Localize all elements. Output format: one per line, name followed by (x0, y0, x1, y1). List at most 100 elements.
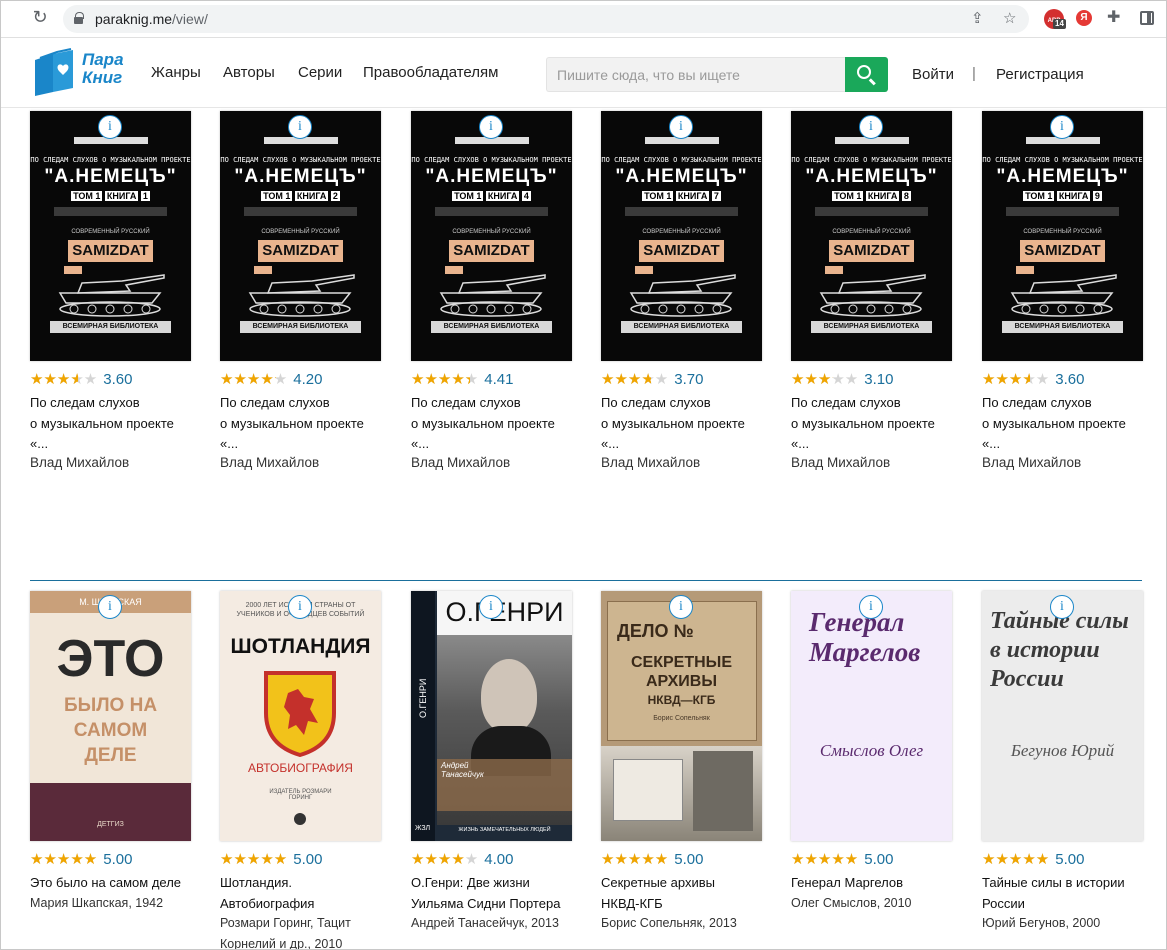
rating-stars: ★★★★★★★★★★ (791, 370, 859, 388)
info-icon[interactable]: i (859, 595, 883, 619)
book-title[interactable]: Тайные силы в истории России (982, 873, 1147, 914)
rating-stars: ★★★★★★★★★★ (982, 370, 1050, 388)
book-title[interactable]: По следам слухов о музыкальном проекте «..… (982, 393, 1147, 455)
rating-stars: ★★★★★★★★★★ (220, 370, 288, 388)
logo-book-icon[interactable] (31, 48, 77, 96)
info-icon[interactable]: i (479, 595, 503, 619)
browser-toolbar: ↻ paraknig.me/view/ ⇪ ☆ ABP14 Я ✚ (1, 1, 1166, 38)
book-title[interactable]: По следам слухов о музыкальном проекте «..… (30, 393, 195, 455)
rating-stars: ★★★★★★★★★★ (30, 370, 98, 388)
rating-score: 3.60 (103, 370, 133, 388)
bookmark-star-icon[interactable]: ☆ (1003, 9, 1016, 27)
book-meta[interactable]: Юрий Бегунов, 2000 (982, 913, 1147, 934)
book-author[interactable]: Влад Михайлов (982, 453, 1081, 473)
share-icon[interactable]: ⇪ (971, 9, 984, 27)
adblock-badge: 14 (1053, 19, 1066, 29)
book-cover[interactable]: Тайные силы в истории России Бегунов Юри… (982, 591, 1143, 841)
info-icon[interactable]: i (1050, 595, 1074, 619)
section-divider (30, 580, 1142, 581)
tank-illustration-icon (819, 274, 926, 317)
rating-score: 4.41 (484, 370, 514, 388)
book-meta[interactable]: Борис Сопельняк, 2013 (601, 913, 766, 934)
book-title[interactable]: Это было на самом деле (30, 873, 195, 894)
book-title[interactable]: Генерал Маргелов (791, 873, 956, 894)
book-cover[interactable]: ДЕЛО № СЕКРЕТНЫЕ АРХИВЫ НКВД—КГБ Борис С… (601, 591, 762, 841)
book-cover[interactable]: ПО СЛЕДАМ СЛУХОВ О МУЗЫКАЛЬНОМ ПРОЕКТЕ "А… (30, 111, 191, 361)
login-link[interactable]: Войти (912, 66, 954, 83)
book-meta[interactable]: Мария Шкапская, 1942 (30, 893, 195, 914)
book-cover[interactable]: ПО СЛЕДАМ СЛУХОВ О МУЗЫКАЛЬНОМ ПРОЕКТЕ "А… (220, 111, 381, 361)
book-author[interactable]: Влад Михайлов (791, 453, 890, 473)
info-icon[interactable]: i (98, 115, 122, 139)
rating-stars: ★★★★★★★★★★ (220, 850, 288, 868)
nav-rightholders[interactable]: Правообладателям (363, 64, 498, 81)
book-meta[interactable]: Андрей Танасейчук, 2013 (411, 913, 576, 934)
book-meta[interactable]: Розмари Горинг, Тацит Корнелий и др., 201… (220, 913, 385, 949)
rating: ★★★★★★★★★★ 3.10 (791, 370, 893, 390)
book-title[interactable]: По следам слухов о музыкальном проекте «..… (791, 393, 956, 455)
rating-stars: ★★★★★★★★★★ (30, 850, 98, 868)
book-cover[interactable]: ПО СЛЕДАМ СЛУХОВ О МУЗЫКАЛЬНОМ ПРОЕКТЕ "А… (411, 111, 572, 361)
address-bar[interactable]: paraknig.me/view/ ⇪ ☆ (63, 5, 1029, 33)
book-cover[interactable]: ПО СЛЕДАМ СЛУХОВ О МУЗЫКАЛЬНОМ ПРОЕКТЕ "А… (791, 111, 952, 361)
info-icon[interactable]: i (1050, 115, 1074, 139)
reload-icon[interactable]: ↻ (29, 7, 51, 29)
book-cover[interactable]: 2000 ЛЕТ ИСТОРИИ СТРАНЫ ОТ УЧЕНИКОВ И ОЧ… (220, 591, 381, 841)
info-icon[interactable]: i (288, 595, 312, 619)
book-title[interactable]: Шотландия. Автобиография (220, 873, 385, 914)
nav-genres[interactable]: Жанры (151, 64, 201, 81)
rating: ★★★★★ ★★★★★ 5.00 (982, 850, 1084, 870)
nav-series[interactable]: Серии (298, 64, 342, 81)
book-title[interactable]: По следам слухов о музыкальном проекте «..… (411, 393, 576, 455)
rating: ★★★★★★★★★★ 4.00 (411, 850, 513, 870)
book-meta[interactable]: Олег Смыслов, 2010 (791, 893, 956, 914)
book-cover[interactable]: ПО СЛЕДАМ СЛУХОВ О МУЗЫКАЛЬНОМ ПРОЕКТЕ "А… (982, 111, 1143, 361)
info-icon[interactable]: i (859, 115, 883, 139)
rating-stars: ★★★★★★★★★★ (411, 850, 479, 868)
book-author[interactable]: Влад Михайлов (220, 453, 319, 473)
rating-score: 5.00 (103, 850, 133, 868)
nav-authors[interactable]: Авторы (223, 64, 275, 81)
browser-window: ↻ paraknig.me/view/ ⇪ ☆ ABP14 Я ✚ Пара К… (0, 0, 1167, 950)
book-cover[interactable]: М. ШКАПСКАЯ ЭТО БЫЛО НА САМОМ ДЕЛЕ ДЕТГИ… (30, 591, 191, 841)
rating-score: 3.60 (1055, 370, 1085, 388)
book-cover[interactable]: О.ГЕНРИ ЖЗЛ О.ГЕНРИ Андрей Танасейчук ЖИ… (411, 591, 572, 841)
rating: ★★★★★★★★★★ 4.20 (220, 370, 322, 390)
book-author[interactable]: Влад Михайлов (601, 453, 700, 473)
rating-score: 5.00 (293, 850, 323, 868)
book-title[interactable]: О.Генри: Две жизни Уильяма Сидни Портера (411, 873, 576, 914)
url-text[interactable]: paraknig.me/view/ (95, 11, 208, 27)
rating: ★★★★★★★★★★ 4.41 (411, 370, 513, 390)
info-icon[interactable]: i (669, 595, 693, 619)
yandex-extension-icon[interactable]: Я (1076, 10, 1092, 26)
info-icon[interactable]: i (669, 115, 693, 139)
rating-stars: ★★★★★★★★★★ (601, 850, 669, 868)
book-author[interactable]: Влад Михайлов (411, 453, 510, 473)
tank-illustration-icon (629, 274, 736, 317)
rating-score: 5.00 (1055, 850, 1085, 868)
info-icon[interactable]: i (479, 115, 503, 139)
book-title[interactable]: По следам слухов о музыкальном проекте «..… (601, 393, 766, 455)
book-title[interactable]: По следам слухов о музыкальном проекте «..… (220, 393, 385, 455)
lock-icon[interactable] (74, 12, 84, 24)
info-icon[interactable]: i (288, 115, 312, 139)
register-link[interactable]: Регистрация (996, 66, 1084, 83)
info-icon[interactable]: i (98, 595, 122, 619)
rating: ★★★★★ ★★★★★ 5.00 (30, 850, 132, 870)
search-input[interactable] (546, 57, 846, 92)
book-author[interactable]: Влад Михайлов (30, 453, 129, 473)
rating-score: 5.00 (674, 850, 704, 868)
rating-stars: ★★★★★★★★★★ (601, 370, 669, 388)
side-panel-icon[interactable] (1140, 11, 1154, 25)
rating-stars: ★★★★★★★★★★ (411, 370, 479, 388)
adblock-extension-icon[interactable]: ABP14 (1044, 9, 1066, 29)
rating-stars: ★★★★★★★★★★ (791, 850, 859, 868)
book-title[interactable]: Секретные архивы НКВД-КГБ (601, 873, 766, 914)
logo-text[interactable]: Пара Книг (82, 51, 124, 87)
book-cover[interactable]: Генерал Маргелов Смыслов Олег (791, 591, 952, 841)
book-cover[interactable]: ПО СЛЕДАМ СЛУХОВ О МУЗЫКАЛЬНОМ ПРОЕКТЕ "А… (601, 111, 762, 361)
rating-score: 5.00 (864, 850, 894, 868)
search-button[interactable] (845, 57, 888, 92)
extensions-puzzle-icon[interactable]: ✚ (1107, 7, 1120, 26)
site-header: Пара Книг Жанры Авторы Серии Правооблада… (1, 38, 1166, 108)
